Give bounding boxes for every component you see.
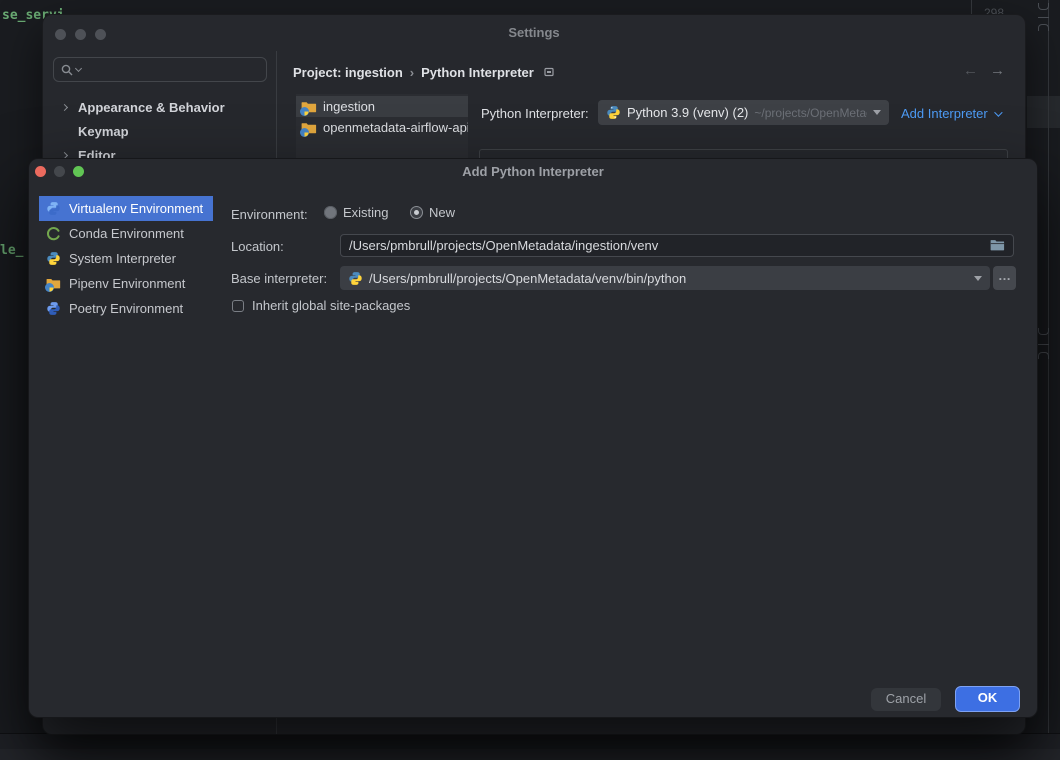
- project-item-ingestion[interactable]: ingestion: [296, 96, 468, 117]
- search-history-chevron-icon: [75, 64, 82, 71]
- forward-arrow-icon[interactable]: →: [990, 63, 1005, 78]
- breadcrumb: Project: ingestion › Python Interpreter: [293, 63, 554, 81]
- interpreter-label: Python Interpreter:: [481, 106, 589, 121]
- window-badge-icon: [544, 67, 554, 77]
- breadcrumb-page[interactable]: Python Interpreter: [421, 65, 534, 80]
- settings-search-field[interactable]: [53, 57, 267, 82]
- settings-title: Settings: [43, 25, 1025, 40]
- settings-tree-item-keymap[interactable]: Keymap: [43, 120, 275, 142]
- interpreter-dropdown[interactable]: Python 3.9 (venv) (2) ~/projects/OpenMet…: [598, 100, 889, 125]
- location-input[interactable]: [349, 238, 990, 253]
- folder-python-icon: [301, 99, 317, 115]
- inherit-checkbox-label: Inherit global site-packages: [252, 298, 410, 313]
- pipenv-icon: [46, 276, 61, 291]
- project-name: openmetadata-airflow-api: [323, 120, 468, 135]
- base-interpreter-label: Base interpreter:: [231, 271, 327, 286]
- settings-search-input[interactable]: [83, 62, 260, 77]
- search-icon: [60, 63, 74, 77]
- poetry-icon: [46, 301, 61, 316]
- radio-existing-label: Existing: [343, 205, 389, 220]
- sidebar-item-label: Pipenv Environment: [69, 276, 185, 291]
- python-icon: [46, 251, 61, 266]
- radio-icon: [324, 206, 337, 219]
- sidebar-item-label: Conda Environment: [69, 226, 184, 241]
- folder-python-icon: [301, 120, 317, 136]
- tree-item-label: Keymap: [78, 124, 129, 139]
- sidebar-item-label: Virtualenv Environment: [69, 201, 203, 216]
- add-interpreter-label: Add Interpreter: [901, 106, 988, 121]
- ok-button[interactable]: OK: [955, 686, 1020, 712]
- diagram-connector-icon: [1038, 24, 1049, 31]
- project-list: ingestion openmetadata-airflow-api: [296, 94, 468, 160]
- browse-interpreter-button[interactable]: …: [993, 266, 1016, 290]
- location-label: Location:: [231, 239, 284, 254]
- radio-new[interactable]: New: [410, 205, 455, 220]
- sidebar-item-pipenv[interactable]: Pipenv Environment: [39, 271, 213, 296]
- sidebar-item-system[interactable]: System Interpreter: [39, 246, 213, 271]
- background-code-snippet: le_: [0, 243, 23, 258]
- radio-selected-icon: [410, 206, 423, 219]
- background-window-bottom-strip: [0, 749, 1060, 760]
- checkbox-icon: [232, 300, 244, 312]
- background-scrollbar-line: [1048, 0, 1049, 760]
- inherit-site-packages-checkbox[interactable]: Inherit global site-packages: [232, 298, 410, 313]
- environment-label: Environment:: [231, 207, 308, 222]
- diagram-connector-icon: [1038, 3, 1049, 10]
- location-field[interactable]: [340, 234, 1014, 257]
- browse-folder-icon[interactable]: [990, 239, 1005, 252]
- settings-tree-item-appearance[interactable]: Appearance & Behavior: [43, 96, 275, 118]
- diagram-connector-icon: [1038, 328, 1049, 335]
- chevron-down-icon: [974, 276, 982, 281]
- sidebar-item-poetry[interactable]: Poetry Environment: [39, 296, 213, 321]
- python-icon: [348, 271, 363, 286]
- cancel-button[interactable]: Cancel: [871, 688, 941, 711]
- add-dialog-title: Add Python Interpreter: [29, 164, 1037, 179]
- chevron-down-icon: [873, 110, 881, 115]
- base-interpreter-value: /Users/pmbrull/projects/OpenMetadata/ven…: [369, 271, 968, 286]
- chevron-right-icon: [61, 103, 68, 110]
- diagram-connector-icon: [1038, 344, 1049, 345]
- breadcrumb-separator: ›: [403, 65, 421, 80]
- diagram-connector-icon: [1038, 17, 1049, 18]
- sidebar-item-label: System Interpreter: [69, 251, 176, 266]
- add-interpreter-link[interactable]: Add Interpreter: [901, 106, 1000, 121]
- interpreter-value: Python 3.9 (venv) (2): [627, 105, 748, 120]
- conda-icon: [46, 226, 61, 241]
- sidebar-item-virtualenv[interactable]: Virtualenv Environment: [39, 196, 213, 221]
- breadcrumb-project[interactable]: Project: ingestion: [293, 65, 403, 80]
- chevron-down-icon: [994, 108, 1002, 116]
- diagram-connector-icon: [1038, 352, 1049, 359]
- project-name: ingestion: [323, 99, 375, 114]
- python-icon: [606, 105, 621, 120]
- interpreter-path-hint: ~/projects/OpenMetad: [754, 106, 867, 120]
- project-item-openmetadata-airflow[interactable]: openmetadata-airflow-api: [296, 117, 468, 138]
- screen: se_servi 298 le_ Settings Appearance & B…: [0, 0, 1060, 760]
- radio-new-label: New: [429, 205, 455, 220]
- sidebar-item-label: Poetry Environment: [69, 301, 183, 316]
- tree-item-label: Appearance & Behavior: [78, 100, 225, 115]
- virtualenv-icon: [46, 201, 61, 216]
- back-arrow-icon[interactable]: ←: [963, 63, 978, 78]
- radio-existing[interactable]: Existing: [324, 205, 389, 220]
- background-highlight-band: [1027, 96, 1060, 128]
- base-interpreter-dropdown[interactable]: /Users/pmbrull/projects/OpenMetadata/ven…: [340, 266, 990, 290]
- sidebar-item-conda[interactable]: Conda Environment: [39, 221, 213, 246]
- add-interpreter-dialog: Add Python Interpreter Virtualenv Enviro…: [28, 158, 1038, 718]
